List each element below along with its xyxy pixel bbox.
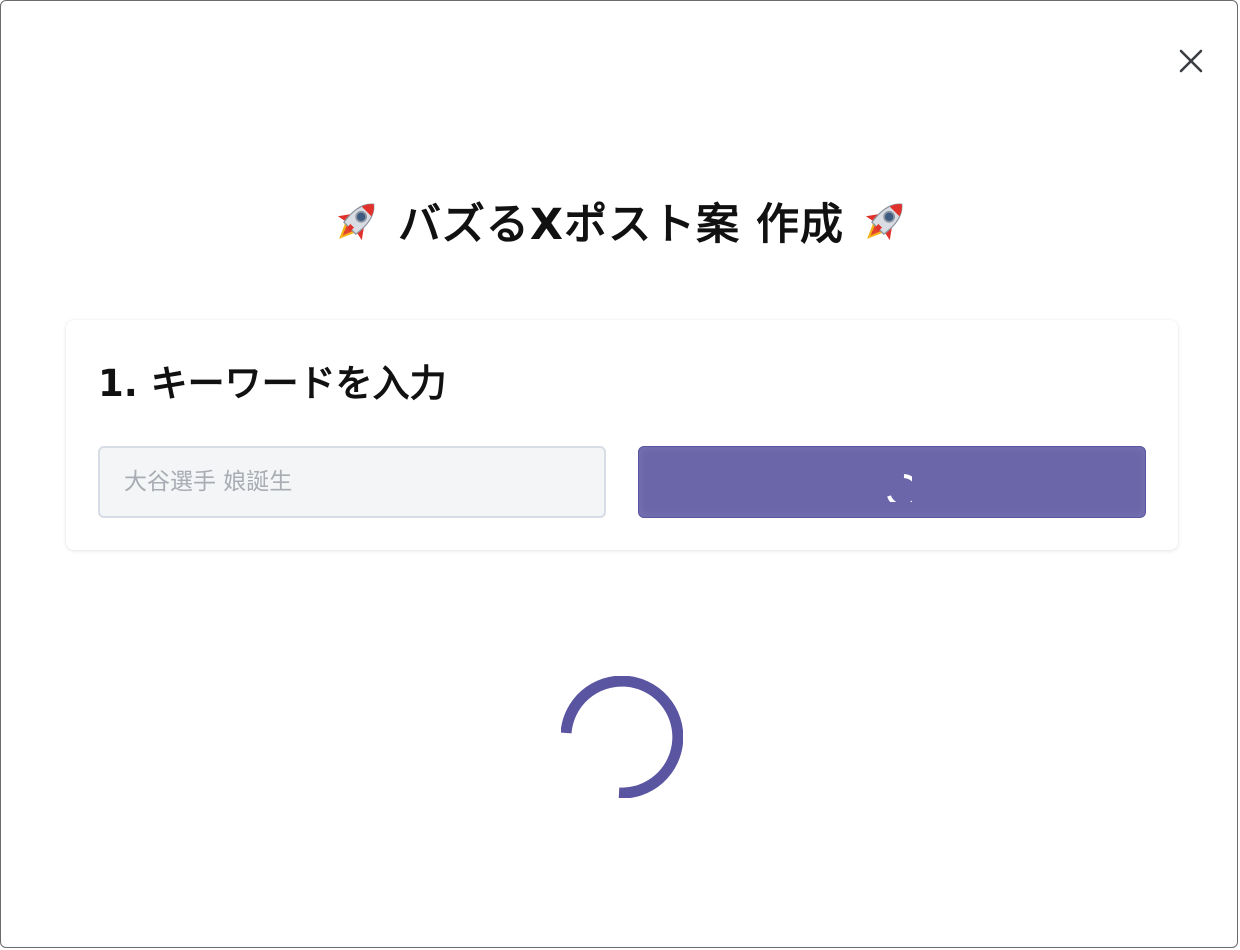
- button-spinner: [872, 462, 912, 502]
- close-icon: [1179, 49, 1203, 73]
- loading-spinner: [561, 676, 683, 798]
- dialog-title: バズるXポスト案 作成: [1, 189, 1237, 253]
- keyword-step-heading: 1. キーワードを入力: [98, 362, 447, 405]
- close-button[interactable]: [1171, 41, 1211, 81]
- modal-dialog: バズるXポスト案 作成 1. キーワードを入力: [0, 0, 1238, 948]
- rocket-icon: [337, 203, 375, 241]
- rocket-icon: [865, 203, 903, 241]
- keyword-input[interactable]: [98, 446, 606, 518]
- spinner-icon: [887, 474, 912, 502]
- generate-button[interactable]: [638, 446, 1146, 518]
- keyword-card: 1. キーワードを入力: [66, 320, 1178, 550]
- spinner-icon: [561, 676, 683, 798]
- dialog-title-text: バズるXポスト案 作成: [397, 200, 845, 250]
